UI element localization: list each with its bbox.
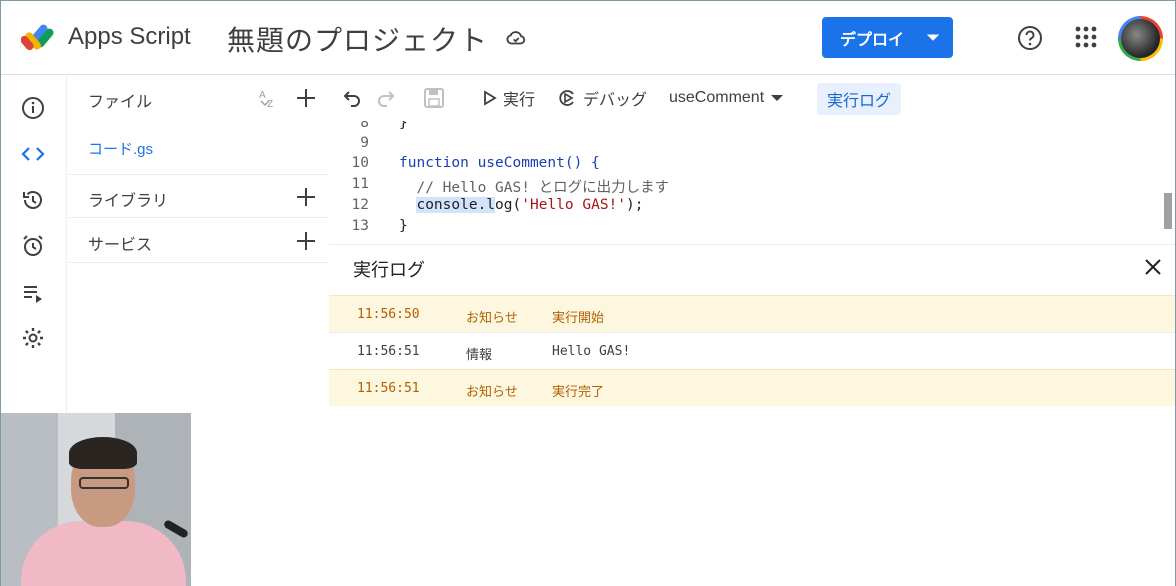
dropdown-arrow-icon — [770, 94, 784, 102]
debug-icon — [559, 89, 577, 107]
services-label: サービス — [88, 237, 153, 254]
cloud-sync-icon — [505, 27, 527, 49]
log-panel-title: 実行ログ — [353, 260, 425, 280]
chevron-down-icon[interactable] — [913, 34, 953, 42]
project-title[interactable]: 無題のプロジェクト — [227, 19, 488, 59]
play-icon — [483, 90, 497, 106]
editor-toolbar: 実行 デバッグ useComment 実行ログ — [329, 76, 1175, 121]
code-line-12: 12 console.log('Hello GAS!'); — [351, 197, 644, 213]
function-select-value: useComment — [669, 89, 765, 106]
executions-icon[interactable] — [20, 280, 46, 306]
add-file-plus-icon[interactable] — [294, 86, 318, 110]
add-library-plus-icon[interactable] — [294, 185, 318, 209]
webcam-overlay — [1, 413, 191, 586]
top-bar: Apps Script 無題のプロジェクト デプロイ — [1, 1, 1175, 75]
code-line-13: 13 } — [351, 218, 408, 234]
files-title: ファイル — [88, 94, 153, 111]
svg-text:Z: Z — [267, 99, 273, 110]
execution-log-toggle[interactable]: 実行ログ — [817, 83, 902, 115]
presenter-hair — [69, 437, 137, 469]
run-button[interactable]: 実行 — [483, 86, 535, 110]
presenter-glasses — [79, 477, 129, 489]
debug-button[interactable]: デバッグ — [559, 86, 647, 110]
settings-icon[interactable] — [20, 325, 46, 351]
deploy-button[interactable]: デプロイ — [822, 17, 953, 58]
svg-text:A: A — [259, 90, 266, 101]
code-icon[interactable] — [20, 141, 46, 167]
sort-az-icon[interactable]: AZ — [257, 86, 281, 110]
info-icon[interactable] — [20, 95, 46, 121]
help-icon[interactable] — [1017, 25, 1043, 51]
log-row: 11:56:51 お知らせ 実行完了 — [329, 369, 1175, 406]
run-label: 実行 — [503, 92, 536, 109]
file-item-code-gs[interactable]: コード.gs — [88, 138, 153, 159]
close-icon[interactable] — [1141, 255, 1165, 279]
undo-icon[interactable] — [343, 86, 363, 110]
deploy-label: デプロイ — [840, 31, 905, 49]
apps-grid-icon[interactable] — [1074, 25, 1098, 49]
code-line-8: 8 } — [360, 121, 408, 131]
editor-scrollbar[interactable] — [1164, 193, 1172, 229]
debug-label: デバッグ — [583, 92, 648, 109]
app-name: Apps Script — [68, 23, 191, 50]
code-editor[interactable]: 8 } 9 10 function useComment() { 11 // H… — [329, 121, 1175, 244]
add-service-plus-icon[interactable] — [294, 229, 318, 253]
libraries-row: ライブラリ — [68, 174, 329, 218]
log-row: 11:56:50 お知らせ 実行開始 — [329, 295, 1175, 332]
files-header: ファイル AZ — [68, 76, 329, 120]
execution-log-panel: 実行ログ 11:56:50 お知らせ 実行開始 11:56:51 情報 Hell… — [329, 244, 1175, 586]
function-select[interactable]: useComment — [669, 86, 784, 110]
services-row: サービス — [68, 219, 329, 263]
apps-script-logo[interactable] — [21, 21, 63, 55]
presenter-body — [21, 521, 186, 586]
code-line-11: 11 // Hello GAS! とログに出力します — [351, 176, 670, 196]
alarm-icon[interactable] — [20, 233, 46, 259]
log-row: 11:56:51 情報 Hello GAS! — [329, 332, 1175, 369]
libraries-label: ライブラリ — [88, 193, 169, 210]
redo-icon[interactable] — [375, 86, 395, 110]
save-icon[interactable] — [423, 86, 445, 110]
history-icon[interactable] — [20, 187, 46, 213]
avatar[interactable] — [1118, 16, 1163, 61]
code-line-9: 9 — [360, 135, 369, 151]
code-line-10: 10 function useComment() { — [351, 155, 600, 171]
